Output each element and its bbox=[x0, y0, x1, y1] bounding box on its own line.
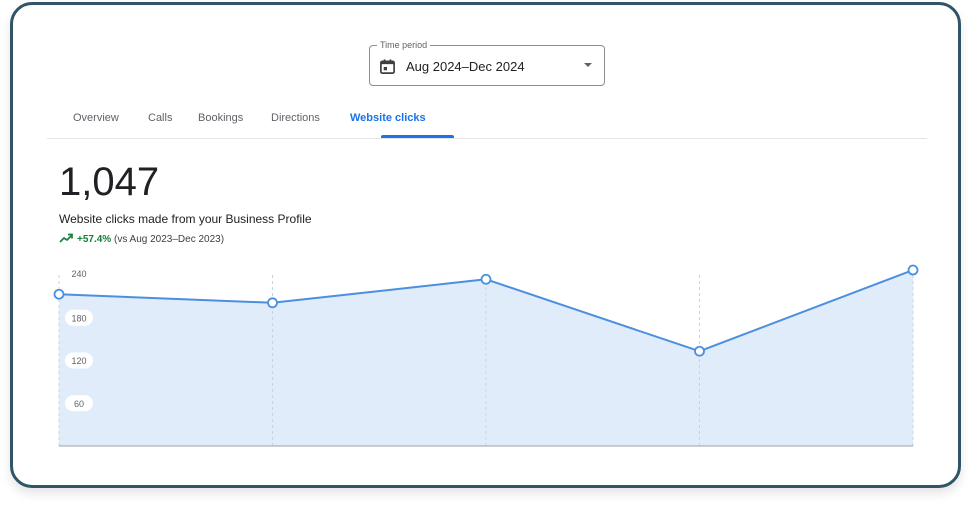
y-tick-label: 120 bbox=[71, 356, 86, 366]
chart-data-point bbox=[53, 288, 65, 300]
chart-data-point bbox=[907, 264, 919, 276]
y-tick-label: 60 bbox=[74, 399, 84, 409]
website-clicks-chart: 60 120 180 240 bbox=[53, 264, 919, 447]
chart-data-point bbox=[480, 273, 492, 285]
chart-data-point bbox=[267, 297, 278, 309]
dashboard-card: Time period Aug 2024–Dec 2024 Overview C… bbox=[10, 2, 961, 488]
y-tick-label: 180 bbox=[71, 313, 86, 323]
chart-data-point bbox=[694, 345, 705, 357]
y-tick-label: 240 bbox=[71, 269, 86, 279]
